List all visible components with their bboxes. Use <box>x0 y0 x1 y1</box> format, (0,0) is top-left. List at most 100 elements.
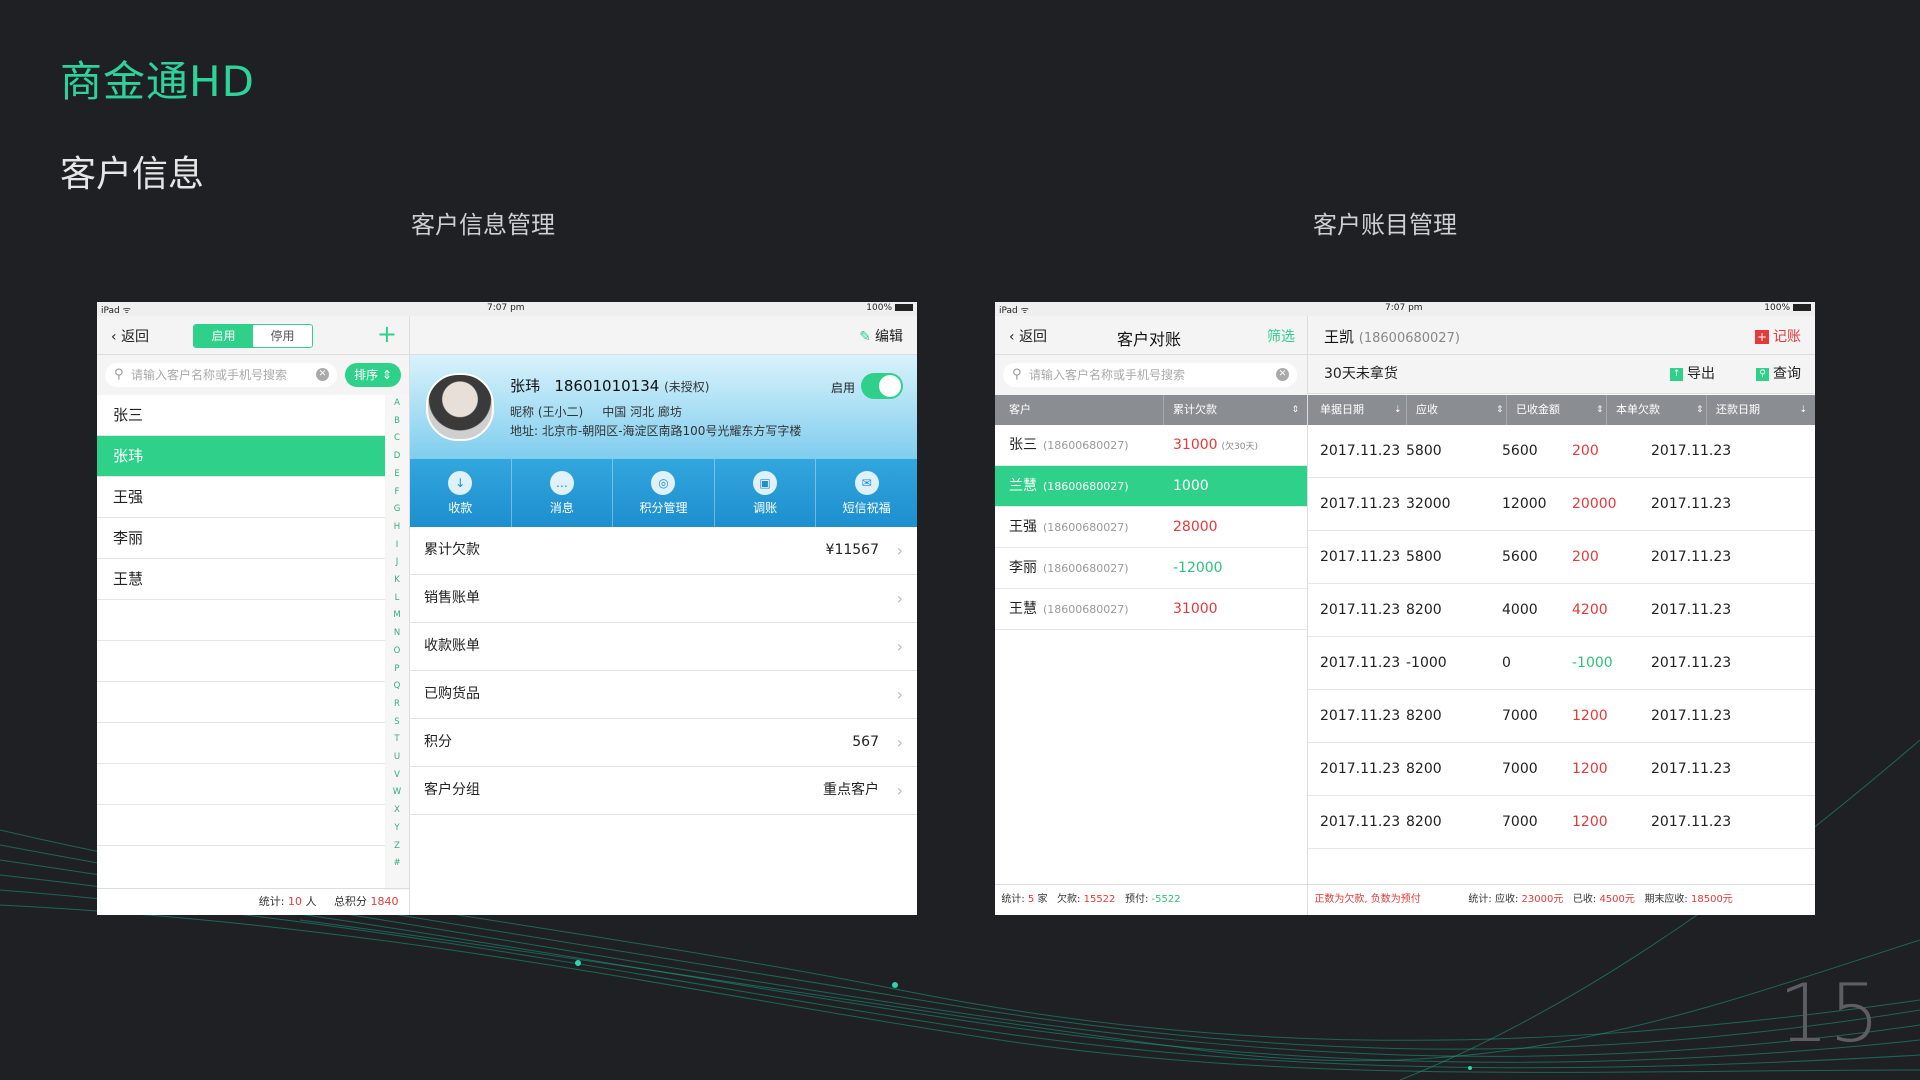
index-letter[interactable]: X <box>385 802 409 820</box>
index-letter[interactable]: B <box>385 413 409 431</box>
export-button[interactable]: ↑ 导出 <box>1670 355 1715 393</box>
list-item-selected[interactable]: 兰慧 (18600680027) 1000 <box>995 466 1307 507</box>
table-row[interactable]: 2017.11.23 32000 12000 20000 2017.11.23 <box>1308 478 1815 531</box>
list-footer: 统计: 10 人 总积分 1840 <box>97 888 409 915</box>
table-row[interactable]: 2017.11.23 8200 7000 1200 2017.11.23 <box>1308 690 1815 743</box>
table-cell: 2017.11.23 <box>1651 443 1732 459</box>
index-letter[interactable]: # <box>385 855 409 873</box>
table-row[interactable]: 2017.11.23 8200 7000 1200 2017.11.23 <box>1308 743 1815 796</box>
enable-toggle[interactable] <box>861 373 903 399</box>
index-letter[interactable]: E <box>385 466 409 484</box>
sort-icon[interactable]: ⇕ <box>1496 395 1504 425</box>
sms-greeting-button[interactable]: ✉ 短信祝福 <box>816 459 917 527</box>
index-letter[interactable]: M <box>385 607 409 625</box>
index-letter[interactable]: T <box>385 731 409 749</box>
index-letter[interactable]: H <box>385 519 409 537</box>
sort-icon[interactable]: ⇣ <box>1799 395 1807 425</box>
clear-icon[interactable]: ✕ <box>316 368 329 381</box>
search-icon: ⚲ <box>1012 367 1022 382</box>
list-item[interactable]: 王强 <box>97 477 385 518</box>
points-button[interactable]: ◎ 积分管理 <box>613 459 715 527</box>
sort-icon[interactable]: ⇕ <box>1596 395 1604 425</box>
index-letter[interactable]: U <box>385 749 409 767</box>
table-row[interactable]: 2017.11.23 8200 4000 4200 2017.11.23 <box>1308 584 1815 637</box>
list-item[interactable]: 李丽 (18600680027) -12000 <box>995 548 1307 589</box>
record-button[interactable]: + 记账 <box>1755 326 1801 346</box>
index-letter[interactable]: O <box>385 643 409 661</box>
sort-icon[interactable]: ⇣ <box>1394 395 1402 425</box>
column-header-customer[interactable]: 客户 <box>1009 395 1031 425</box>
adjust-account-button[interactable]: ▣ 调账 <box>715 459 817 527</box>
index-letter[interactable]: K <box>385 572 409 590</box>
index-letter[interactable]: L <box>385 590 409 608</box>
menu-item-group[interactable]: 客户分组 重点客户 › <box>410 767 917 815</box>
table-row[interactable]: 2017.11.23 8200 7000 1200 2017.11.23 <box>1308 796 1815 849</box>
list-item[interactable]: 王强 (18600680027) 28000 <box>995 507 1307 548</box>
list-item[interactable]: 王慧 <box>97 559 385 600</box>
back-button[interactable]: ‹ 返回 <box>111 326 149 346</box>
menu-item-points[interactable]: 积分 567 › <box>410 719 917 767</box>
list-item[interactable]: 李丽 <box>97 518 385 559</box>
column-header-date[interactable]: 单据日期 <box>1320 395 1364 425</box>
chevron-right-icon: › <box>896 541 903 560</box>
segment-disabled[interactable]: 停用 <box>253 325 312 347</box>
index-letter[interactable]: S <box>385 714 409 732</box>
sign-note: 正数为欠款, 负数为预付 <box>1314 894 1421 905</box>
sort-button[interactable]: 排序 ⇕ <box>345 363 401 387</box>
battery-icon <box>1793 304 1811 311</box>
edit-button[interactable]: ✎ 编辑 <box>859 326 903 346</box>
chevron-right-icon: › <box>896 733 903 752</box>
index-letter[interactable]: Y <box>385 820 409 838</box>
column-header-bill-debt[interactable]: 本单欠款 <box>1616 395 1660 425</box>
index-letter[interactable]: I <box>385 537 409 555</box>
column-header-repay-date[interactable]: 还款日期 <box>1716 395 1760 425</box>
alphabet-index[interactable]: A B C D E F G H I J K L M N O P Q R S T U V W X Y Z # <box>385 395 409 890</box>
message-button[interactable]: … 消息 <box>512 459 614 527</box>
clear-icon[interactable]: ✕ <box>1276 368 1289 381</box>
list-item[interactable]: 王慧 (18600680027) 31000 <box>995 589 1307 630</box>
list-item[interactable]: 张三 <box>97 395 385 436</box>
status-segmented-control[interactable]: 启用 停用 <box>193 324 313 348</box>
column-header-received[interactable]: 已收金额 <box>1516 395 1560 425</box>
table-row[interactable]: 2017.11.23 5800 5600 200 2017.11.23 <box>1308 531 1815 584</box>
index-letter[interactable]: N <box>385 625 409 643</box>
column-header-total-debt[interactable]: 累计欠款 <box>1173 395 1217 425</box>
index-letter[interactable]: R <box>385 696 409 714</box>
debtor-list: 张三 (18600680027) 31000 (欠30天) 兰慧 (186006800… <box>995 425 1307 630</box>
index-letter[interactable]: Z <box>385 838 409 856</box>
sort-icon[interactable]: ⇕ <box>1696 395 1704 425</box>
index-letter[interactable]: J <box>385 554 409 572</box>
menu-item-payment-bills[interactable]: 收款账单 › <box>410 623 917 671</box>
index-letter[interactable]: W <box>385 784 409 802</box>
index-letter[interactable]: V <box>385 767 409 785</box>
index-letter[interactable]: F <box>385 484 409 502</box>
customer-list-panel: ‹ 返回 启用 停用 + ⚲ 请输入客户名称或手机号搜索 ✕ 排序 ⇕ 张三 张… <box>97 316 410 915</box>
sum-received: 4500元 <box>1599 894 1635 905</box>
sort-icon[interactable]: ⇕ <box>1291 395 1299 425</box>
filter-button[interactable]: 筛选 <box>1267 326 1295 346</box>
menu-item-debt[interactable]: 累计欠款 ¥11567 › <box>410 527 917 575</box>
column-header-receivable[interactable]: 应收 <box>1416 395 1438 425</box>
back-button[interactable]: ‹ 返回 <box>1009 326 1047 346</box>
empty-row <box>97 682 385 723</box>
index-letter[interactable]: Q <box>385 678 409 696</box>
search-input[interactable]: ⚲ 请输入客户名称或手机号搜索 ✕ <box>1003 363 1297 387</box>
index-letter[interactable]: P <box>385 661 409 679</box>
list-item[interactable]: 张三 (18600680027) 31000 (欠30天) <box>995 425 1307 466</box>
list-item-selected[interactable]: 张玮 <box>97 436 385 477</box>
index-letter[interactable]: A <box>385 395 409 413</box>
add-icon[interactable]: + <box>377 320 397 348</box>
index-letter[interactable]: C <box>385 430 409 448</box>
table-row[interactable]: 2017.11.23 5800 5600 200 2017.11.23 <box>1308 425 1815 478</box>
segment-enabled[interactable]: 启用 <box>194 325 253 347</box>
menu-item-purchased-goods[interactable]: 已购货品 › <box>410 671 917 719</box>
collect-payment-button[interactable]: ↓ 收款 <box>410 459 512 527</box>
profile-nickname: 昵称 (王小二) 中国 河北 廊坊 <box>510 405 682 419</box>
search-input[interactable]: ⚲ 请输入客户名称或手机号搜索 ✕ <box>105 363 337 387</box>
table-row[interactable]: 2017.11.23 -1000 0 -1000 2017.11.23 <box>1308 637 1815 690</box>
bill-table-header: 单据日期 ⇣ 应收 ⇕ 已收金额 ⇕ 本单欠款 ⇕ 还款日期 ⇣ <box>1308 395 1815 425</box>
index-letter[interactable]: G <box>385 501 409 519</box>
query-button[interactable]: ⚲ 查询 <box>1756 355 1801 393</box>
index-letter[interactable]: D <box>385 448 409 466</box>
menu-item-sales-bills[interactable]: 销售账单 › <box>410 575 917 623</box>
